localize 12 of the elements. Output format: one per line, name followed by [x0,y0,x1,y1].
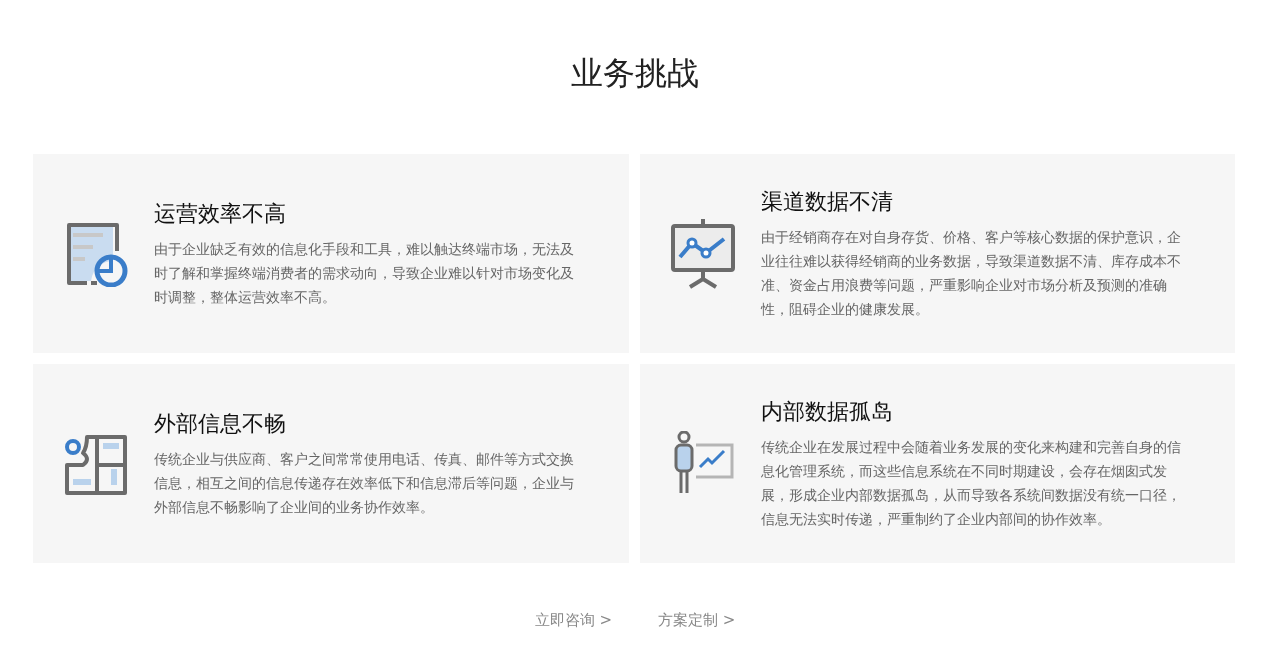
footer-link[interactable]: 方案定制 > [658,611,736,630]
card-description: 由于经销商存在对自身存货、价格、客户等核心数据的保护意识，企业往往难以获得经销商的业务数据，导致渠道数据不清、库存成本不准、资金占用浪费等问题，严重影响企业对市场分析及预测的准确性，阻碍企业的健康发展。 [760,227,1182,319]
card-title: 外部信息不畅 [154,409,287,438]
card-description: 传统企业与供应商、客户之间常常使用电话、传真、邮件等方式交换信息，相互之间的信息传递存在效率低下和信息滞后等问题，企业与外部信息不畅影响了企业间的业务协作效率。 [154,449,575,517]
section-title: 业务挑战 [570,53,700,94]
card-title: 渠道数据不清 [760,187,894,216]
footer-link[interactable]: 立即咨询 > [534,611,612,630]
card-title: 运营效率不高 [154,199,287,228]
card-description: 传统企业在发展过程中会随着业务发展的变化来构建和完善自身的信息化管理系统，而这些信息系统在不同时期建设，会存在烟囱式发展，形成企业内部数据孤岛，从而导致各系统间数据没有统一口径，信息无法实时传递，严重制约了企业内部间的协作效率。 [760,437,1182,529]
presentation-board-icon [669,218,736,289]
card-description: 由于企业缺乏有效的信息化手段和工具，难以触达终端市场，无法及时了解和掌握终端消费者的需求动向，导致企业难以针对市场变化及时调整，整体运营效率不高。 [154,239,575,307]
card-title: 内部数据孤岛 [760,397,894,426]
